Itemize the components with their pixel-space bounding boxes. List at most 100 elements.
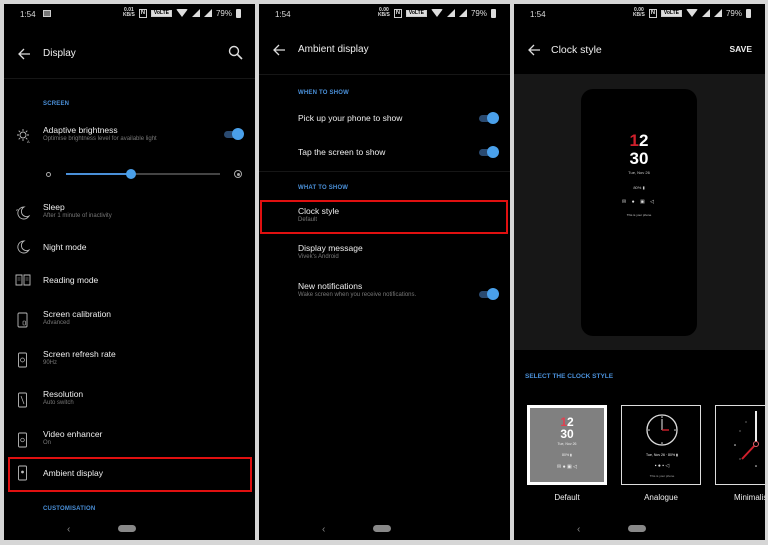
- setting-resolution[interactable]: Resolution Auto switch: [4, 384, 255, 418]
- net-speed-unit: KB/S: [377, 12, 390, 18]
- battery-percent: 79%: [215, 8, 232, 18]
- setting-tap-to-show[interactable]: Tap the screen to show: [259, 136, 510, 170]
- analogue-clock-icon: Tue, Nov 26 · 80% ▮ ▪ ● ▪ ◁ This is your…: [646, 414, 678, 478]
- video-enhancer-icon: [18, 432, 27, 448]
- app-bar: Clock style SAVE: [514, 30, 765, 70]
- setting-summary: 90Hz: [43, 360, 58, 366]
- setting-label: Screen calibration: [43, 309, 112, 319]
- preview-phone: 12 30 Tue, Nov 26 80% ▮ ✉ ● ▣ ◁ This is …: [581, 89, 697, 336]
- clock-option-default[interactable]: 12 30 Tue, Nov 26 80% ▮ ✉ ● ▣ ◁: [527, 405, 607, 485]
- brightness-auto-icon: A: [17, 129, 30, 144]
- preview-hour-rest: 2: [639, 131, 649, 150]
- preview-notification-icons: ✉ ● ▣ ◁: [622, 199, 656, 205]
- setting-summary: On: [43, 440, 52, 446]
- sleep-icon: z: [16, 206, 31, 220]
- nav-back-icon[interactable]: ‹: [322, 524, 325, 535]
- setting-display-message[interactable]: Display message Vivek's Android: [259, 238, 510, 272]
- brightness-low-icon: [46, 172, 51, 177]
- setting-screen-refresh-rate[interactable]: Screen refresh rate 90Hz: [4, 344, 255, 378]
- slider-thumb[interactable]: [125, 169, 136, 179]
- pick-up-toggle[interactable]: [479, 112, 499, 124]
- section-header-when: WHEN TO SHOW: [298, 90, 349, 96]
- battery-icon: [236, 8, 241, 18]
- svg-text:This is your phone: This is your phone: [650, 474, 675, 478]
- save-button[interactable]: SAVE: [729, 44, 752, 54]
- preview-hour-accent: 1: [629, 131, 639, 150]
- setting-clock-style[interactable]: Clock style Default: [259, 201, 510, 235]
- nav-home-pill[interactable]: [118, 525, 136, 532]
- minimalism-clock-icon: [734, 411, 759, 467]
- back-arrow-icon[interactable]: [526, 42, 542, 58]
- ambient-display-screen: 1:54 0.00 KB/S N VoLTE 79% Ambient displ…: [259, 4, 510, 540]
- adaptive-brightness-toggle[interactable]: [224, 128, 244, 140]
- setting-label: Sleep: [43, 202, 65, 212]
- clock-style-screen: 1:54 0.00 KB/S N VoLTE 79% Clock style S…: [514, 4, 765, 540]
- thumb-date: Tue, Nov 26: [557, 442, 577, 446]
- new-notifications-toggle[interactable]: [479, 288, 499, 300]
- setting-video-enhancer[interactable]: Video enhancer On: [4, 424, 255, 458]
- network-speed-indicator: 0.01 KB/S: [123, 8, 135, 18]
- setting-adaptive-brightness[interactable]: A Adaptive brightness Optimise brightnes…: [4, 120, 255, 154]
- image-notification-icon: [43, 10, 51, 17]
- nav-home-pill[interactable]: [628, 525, 646, 532]
- setting-new-notifications[interactable]: New notifications Wake screen when you r…: [259, 276, 510, 310]
- setting-night-mode[interactable]: Night mode: [4, 231, 255, 265]
- setting-label: Pick up your phone to show: [298, 113, 403, 123]
- clock-option-minimalism[interactable]: [715, 405, 765, 485]
- battery-percent: 79%: [470, 8, 487, 18]
- clock-preview-area: 12 30 Tue, Nov 26 80% ▮ ✉ ● ▣ ◁ This is …: [514, 74, 765, 350]
- tap-screen-toggle[interactable]: [479, 146, 499, 158]
- setting-sleep[interactable]: z Sleep After 1 minute of inactivity: [4, 197, 255, 231]
- clock-option-label: Analogue: [644, 493, 678, 502]
- wifi-icon: [175, 9, 188, 17]
- brightness-slider[interactable]: [42, 169, 242, 179]
- back-arrow-icon[interactable]: [16, 46, 32, 62]
- status-time: 1:54: [20, 10, 36, 19]
- status-bar: 1:54 0.00 KB/S N VoLTE 79%: [259, 4, 510, 24]
- preview-date: Tue, Nov 26: [628, 170, 650, 175]
- display-settings-screen: 1:54 0.01 KB/S N VoLTE 79% Display SCREE…: [4, 4, 255, 540]
- wifi-icon: [430, 9, 443, 17]
- svg-text:Tue, Nov 26 · 80% ▮: Tue, Nov 26 · 80% ▮: [646, 453, 678, 457]
- nav-bar: ‹: [259, 522, 510, 536]
- setting-label: Screen refresh rate: [43, 349, 116, 359]
- setting-label: Display message: [298, 243, 363, 253]
- setting-summary: Wake screen when you receive notificatio…: [298, 292, 417, 298]
- setting-summary: Advanced: [43, 320, 70, 326]
- nfc-icon: N: [648, 8, 657, 18]
- thumb-minutes: 30: [560, 427, 574, 441]
- volte-icon: VoLTE: [150, 9, 172, 17]
- app-bar: Ambient display: [259, 30, 510, 70]
- svg-text:z: z: [16, 207, 18, 212]
- signal-2-icon: [203, 9, 212, 17]
- clock-option-analogue[interactable]: Tue, Nov 26 · 80% ▮ ▪ ● ▪ ◁ This is your…: [621, 405, 701, 485]
- net-speed-unit: KB/S: [122, 12, 135, 18]
- reading-mode-icon: [15, 274, 31, 286]
- status-time: 1:54: [275, 10, 291, 19]
- setting-summary: Optimise brightness level for available …: [43, 136, 157, 142]
- setting-label: Video enhancer: [43, 429, 103, 439]
- section-header-what: WHAT TO SHOW: [298, 185, 349, 191]
- preview-hour: 12: [581, 131, 697, 150]
- setting-label: Night mode: [43, 242, 87, 252]
- page-title: Ambient display: [298, 44, 369, 55]
- nav-home-pill[interactable]: [373, 525, 391, 532]
- setting-screen-calibration[interactable]: Screen calibration Advanced: [4, 304, 255, 338]
- network-speed-indicator: 0.00 KB/S: [633, 8, 645, 18]
- nav-back-icon[interactable]: ‹: [67, 524, 70, 535]
- slider-rail[interactable]: [66, 169, 220, 179]
- preview-battery: 80% ▮: [633, 185, 645, 190]
- section-header-screen: SCREEN: [43, 101, 70, 107]
- network-speed-indicator: 0.00 KB/S: [378, 8, 390, 18]
- setting-reading-mode[interactable]: Reading mode: [4, 264, 255, 298]
- slider-fill: [66, 173, 131, 175]
- back-arrow-icon[interactable]: [271, 42, 287, 58]
- thumb-battery: 80% ▮: [562, 453, 572, 457]
- search-icon[interactable]: [227, 44, 245, 62]
- setting-ambient-display[interactable]: Ambient display: [4, 457, 255, 491]
- setting-label: Resolution: [43, 389, 84, 399]
- nav-back-icon[interactable]: ‹: [577, 524, 580, 535]
- wifi-icon: [685, 9, 698, 17]
- setting-pick-up-to-show[interactable]: Pick up your phone to show: [259, 102, 510, 136]
- setting-summary: Auto switch: [43, 400, 74, 406]
